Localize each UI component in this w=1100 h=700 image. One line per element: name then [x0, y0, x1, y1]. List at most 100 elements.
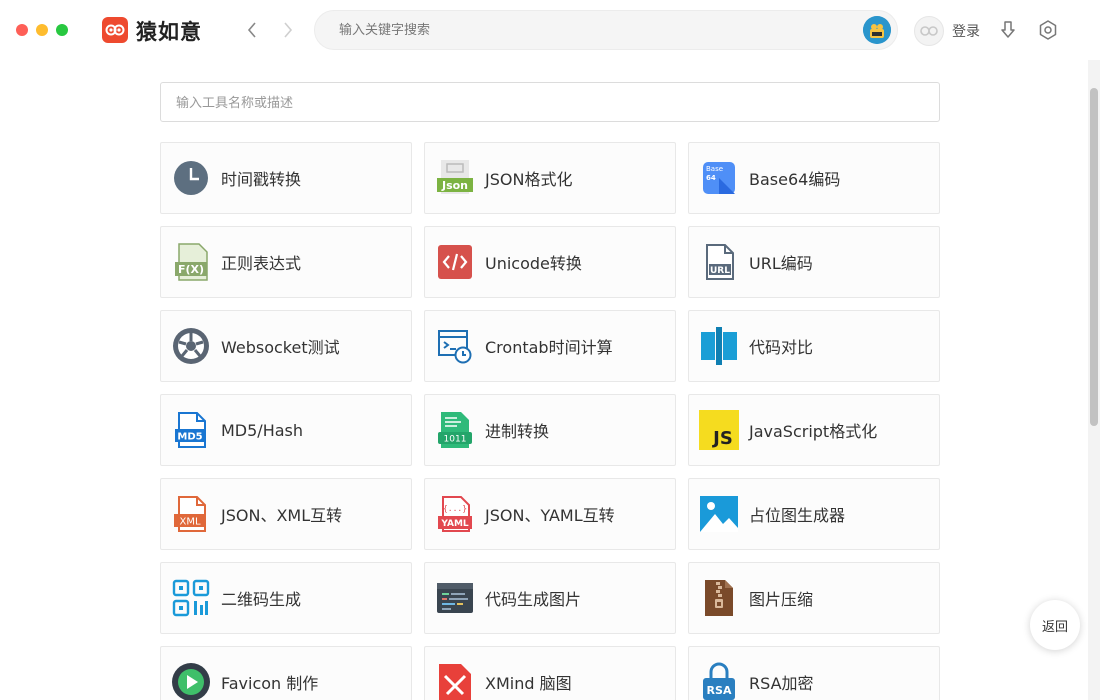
tool-label: MD5/Hash: [221, 420, 304, 440]
search-mascot-icon[interactable]: [863, 16, 891, 44]
tool-card[interactable]: Json JSON格式化: [424, 142, 676, 214]
svg-text:Base: Base: [706, 165, 723, 173]
return-button[interactable]: 返回: [1030, 600, 1080, 650]
code-icon: [435, 242, 475, 282]
title-bar: 猿如意 登录: [0, 0, 1100, 60]
maximize-window-button[interactable]: [56, 24, 68, 36]
download-button[interactable]: [996, 18, 1020, 42]
tool-label: JavaScript格式化: [749, 422, 878, 441]
svg-text:YAML: YAML: [440, 519, 469, 529]
user-avatar[interactable]: [914, 16, 944, 46]
scrollbar-thumb[interactable]: [1090, 88, 1098, 426]
diff-icon: [699, 326, 739, 366]
avatar-glasses-icon: [920, 26, 938, 36]
tool-label: Websocket测试: [221, 338, 340, 357]
json-icon: Json: [435, 158, 475, 198]
svg-text:F(X): F(X): [178, 263, 204, 276]
app-logo-icon: [102, 17, 128, 43]
tool-label: 占位图生成器: [749, 506, 846, 525]
tool-card[interactable]: F(X) 正则表达式: [160, 226, 412, 298]
binary-icon: 1011: [435, 410, 475, 450]
tool-label: JSON、YAML互转: [485, 506, 615, 525]
close-window-button[interactable]: [16, 24, 28, 36]
tool-card[interactable]: Favicon 制作: [160, 646, 412, 700]
svg-text:{...}: {...}: [443, 504, 467, 513]
search-input[interactable]: [339, 20, 839, 40]
tool-card[interactable]: JS JavaScript格式化: [688, 394, 940, 466]
tool-label: XMind 脑图: [485, 674, 572, 693]
forward-nav-button[interactable]: [276, 18, 300, 42]
tool-label: Base64编码: [749, 170, 841, 189]
back-nav-button[interactable]: [240, 18, 264, 42]
tool-filter-box: [160, 82, 940, 122]
code-image-icon: [435, 578, 475, 618]
url-icon: URL: [699, 242, 739, 282]
tool-label: 代码生成图片: [485, 590, 582, 609]
tool-card[interactable]: URL URL编码: [688, 226, 940, 298]
clock-icon: [171, 158, 211, 198]
minimize-window-button[interactable]: [36, 24, 48, 36]
return-button-label: 返回: [1041, 619, 1068, 635]
tool-card[interactable]: 图片压缩: [688, 562, 940, 634]
tool-card[interactable]: Crontab时间计算: [424, 310, 676, 382]
tool-label: JSON、XML互转: [221, 506, 343, 525]
xmind-icon: [435, 662, 475, 700]
xml-icon: XML: [171, 494, 211, 534]
tool-filter-input[interactable]: [176, 93, 916, 113]
svg-text:RSA: RSA: [707, 684, 732, 697]
tool-card[interactable]: 二维码生成: [160, 562, 412, 634]
settings-button[interactable]: [1036, 18, 1060, 42]
base64-icon: Base 64: [699, 158, 739, 198]
websocket-icon: [171, 326, 211, 366]
tool-card[interactable]: Base 64 Base64编码: [688, 142, 940, 214]
app-title: 猿如意: [136, 20, 202, 44]
svg-text:XML: XML: [179, 517, 200, 528]
tool-card[interactable]: 时间戳转换: [160, 142, 412, 214]
md5-icon: MD5: [171, 410, 211, 450]
tool-card[interactable]: {...} YAML JSON、YAML互转: [424, 478, 676, 550]
tool-label: 二维码生成: [221, 590, 302, 609]
tool-label: URL编码: [749, 254, 813, 273]
main-content: 时间戳转换 Json JSON格式化 Base64 Base64编码 F(X) …: [0, 60, 1088, 700]
tool-label: 正则表达式: [221, 254, 302, 273]
tool-card[interactable]: 代码对比: [688, 310, 940, 382]
svg-text:Json: Json: [441, 179, 468, 192]
chevron-left-icon: [247, 22, 256, 38]
javascript-icon: JS: [699, 410, 739, 450]
tool-grid: 时间戳转换 Json JSON格式化 Base 64 Base64编码 F(X) …: [160, 142, 940, 700]
tool-label: 图片压缩: [749, 590, 814, 609]
tool-card[interactable]: XMind 脑图: [424, 646, 676, 700]
tool-card[interactable]: 代码生成图片: [424, 562, 676, 634]
tool-card[interactable]: RSA RSA加密: [688, 646, 940, 700]
tool-label: RSA加密: [749, 674, 814, 693]
tool-card[interactable]: 占位图生成器: [688, 478, 940, 550]
qrcode-icon: [171, 578, 211, 618]
login-link[interactable]: 登录: [952, 21, 980, 41]
download-icon: [1001, 21, 1015, 38]
tool-label: 时间戳转换: [221, 170, 302, 189]
svg-text:URL: URL: [710, 266, 730, 276]
svg-text:64: 64: [706, 174, 716, 182]
regex-icon: F(X): [171, 242, 211, 282]
tool-card[interactable]: Unicode转换: [424, 226, 676, 298]
image-placeholder-icon: [699, 494, 739, 534]
svg-text:JS: JS: [711, 428, 733, 449]
crontab-icon: [435, 326, 475, 366]
tool-card[interactable]: MD5 MD5/Hash: [160, 394, 412, 466]
tool-label: 代码对比: [749, 338, 814, 357]
zip-icon: [699, 578, 739, 618]
rsa-icon: RSA: [699, 662, 739, 700]
tool-label: Unicode转换: [485, 254, 582, 273]
tool-card[interactable]: Websocket测试: [160, 310, 412, 382]
tool-card[interactable]: XML JSON、XML互转: [160, 478, 412, 550]
tool-label: JSON格式化: [485, 170, 573, 189]
tool-label: Favicon 制作: [221, 674, 319, 693]
tool-label: Crontab时间计算: [485, 338, 613, 357]
svg-text:MD5: MD5: [177, 432, 202, 443]
tool-card[interactable]: 1011 进制转换: [424, 394, 676, 466]
yaml-icon: {...} YAML: [435, 494, 475, 534]
global-search-bar: [314, 10, 898, 50]
favicon-icon: [171, 662, 211, 700]
svg-text:1011: 1011: [444, 435, 467, 445]
tool-label: 进制转换: [485, 422, 550, 441]
